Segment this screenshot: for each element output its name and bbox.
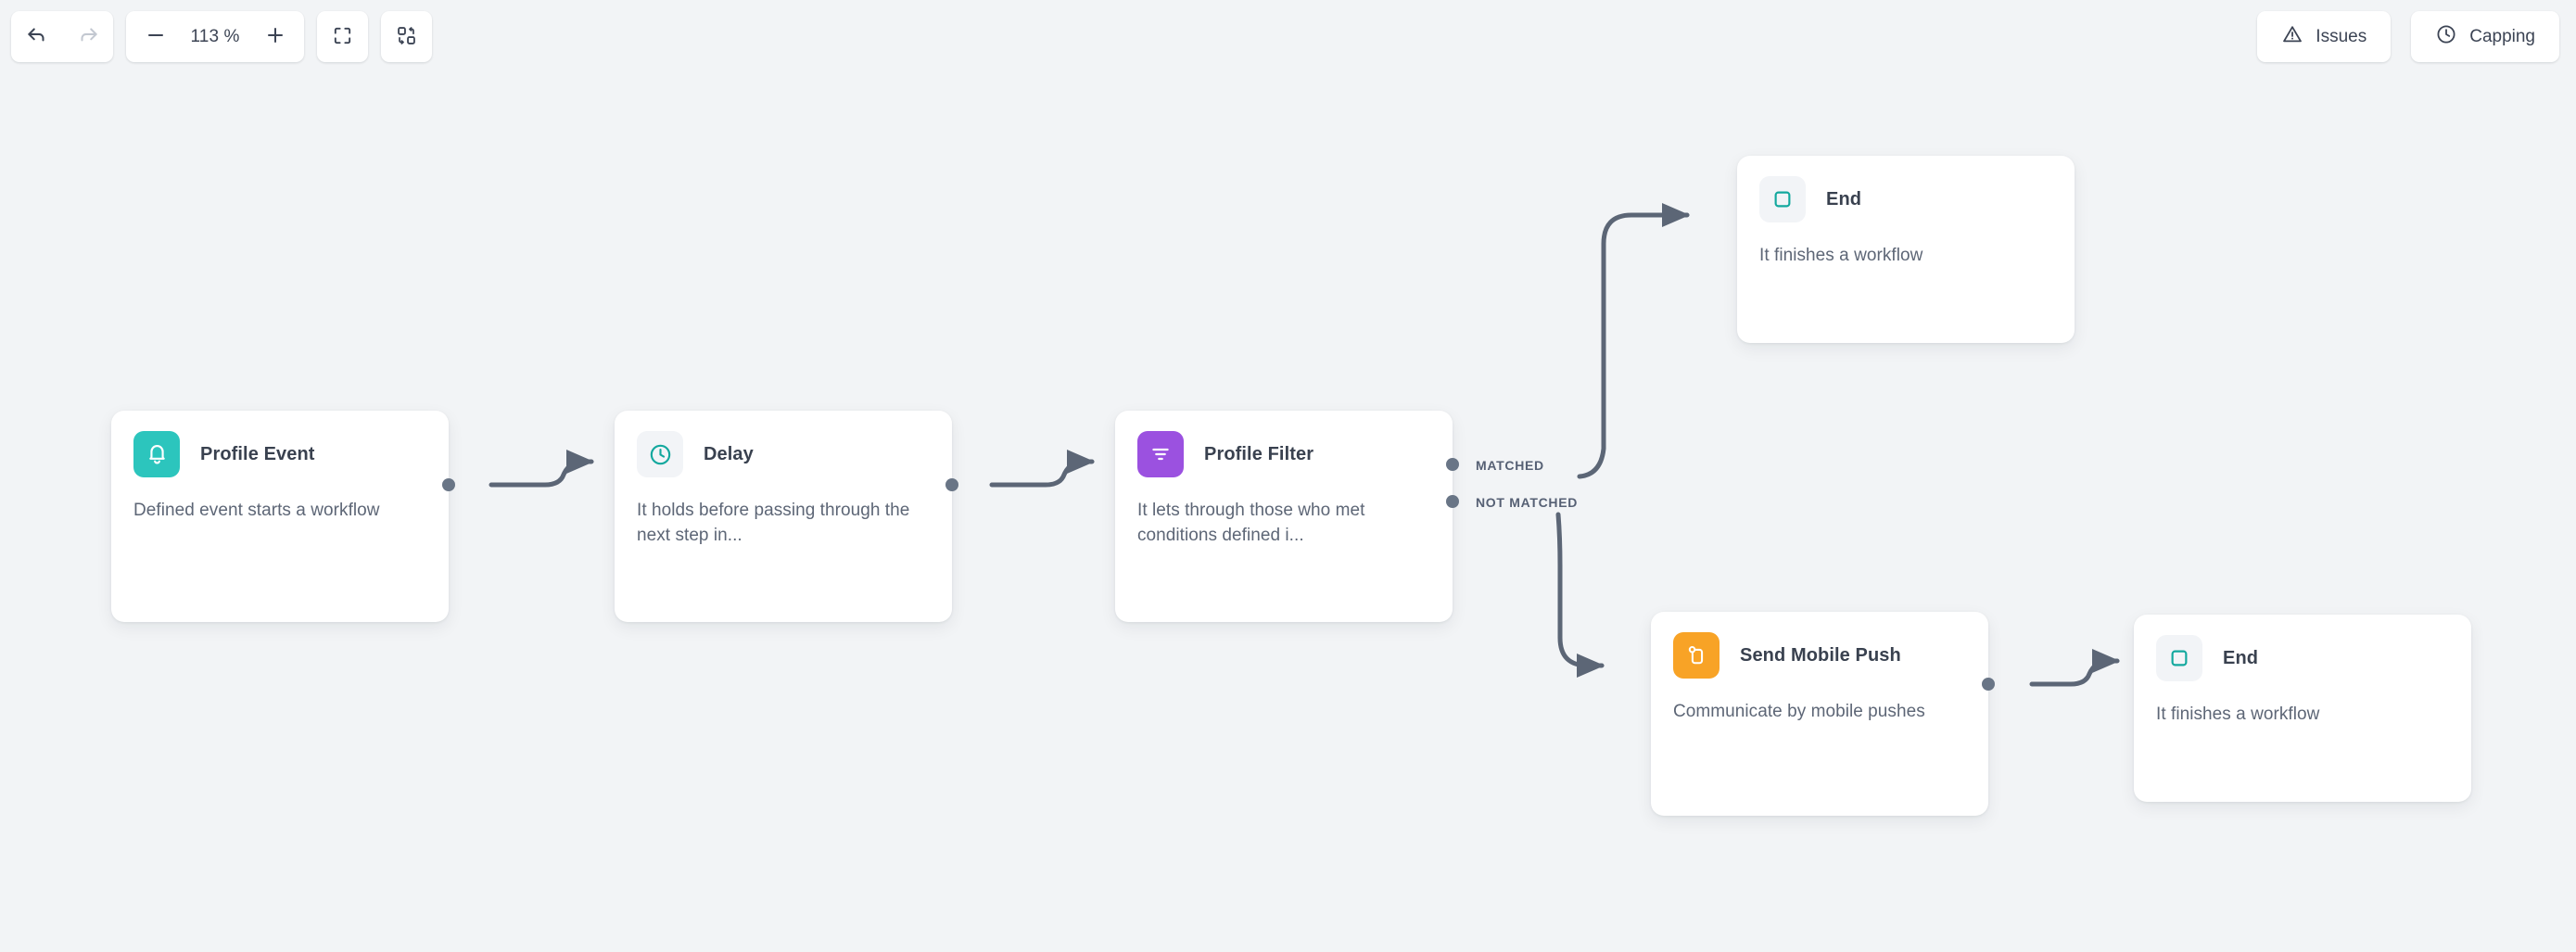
capping-label: Capping xyxy=(2469,26,2535,46)
undo-arrow-icon xyxy=(25,23,49,50)
mobile-push-icon xyxy=(1673,632,1719,679)
node-header: Profile Filter xyxy=(1137,431,1430,477)
node-description: It holds before passing through the next… xyxy=(637,501,910,545)
zoom-control-group: 113 % xyxy=(126,11,304,62)
output-port-delay[interactable] xyxy=(945,478,958,491)
branch-label-not-matched: NOT MATCHED xyxy=(1476,495,1579,510)
node-title: Profile Filter xyxy=(1204,443,1314,464)
node-header: Profile Event xyxy=(133,431,426,477)
clock-icon xyxy=(2435,23,2457,50)
undo-button[interactable] xyxy=(11,11,62,62)
branch-label-matched: MATCHED xyxy=(1476,458,1544,473)
node-description: Communicate by mobile pushes xyxy=(1673,702,1925,721)
node-description: It lets through those who met conditions… xyxy=(1137,501,1365,545)
zoom-out-button[interactable] xyxy=(130,11,181,62)
workflow-canvas[interactable]: 113 % Issues Capping Profile Event Defin… xyxy=(0,0,2576,952)
plus-icon xyxy=(264,24,286,49)
auto-layout-button[interactable] xyxy=(381,11,432,62)
rearrange-button-group xyxy=(381,11,432,62)
node-title: End xyxy=(1826,188,1862,209)
output-port-matched[interactable] xyxy=(1446,458,1459,471)
toolbar-right: Issues Capping xyxy=(2257,11,2559,62)
node-end-not-matched[interactable]: End It finishes a workflow xyxy=(2134,615,2471,802)
node-header: Send Mobile Push xyxy=(1673,632,1966,679)
bell-icon xyxy=(133,431,180,477)
redo-arrow-icon xyxy=(76,23,100,50)
node-description: It finishes a workflow xyxy=(1759,246,1923,265)
redo-button[interactable] xyxy=(62,11,113,62)
output-port-not-matched[interactable] xyxy=(1446,495,1459,508)
stop-square-icon xyxy=(2156,635,2202,681)
warning-triangle-icon xyxy=(2281,23,2303,50)
zoom-level-value[interactable]: 113 % xyxy=(181,27,249,47)
output-port-profile-event[interactable] xyxy=(442,478,455,491)
node-title: Profile Event xyxy=(200,443,315,464)
filter-icon xyxy=(1137,431,1184,477)
edge-profile-event-to-delay xyxy=(489,450,594,488)
node-send-mobile-push[interactable]: Send Mobile Push Communicate by mobile p… xyxy=(1651,612,1988,816)
expand-icon xyxy=(332,25,353,49)
node-end-matched[interactable]: End It finishes a workflow xyxy=(1737,156,2075,343)
edge-delay-to-profile-filter xyxy=(989,450,1095,488)
toolbar-left: 113 % xyxy=(11,11,432,62)
output-port-send-mobile-push[interactable] xyxy=(1982,678,1995,691)
node-description: It finishes a workflow xyxy=(2156,704,2320,724)
node-profile-event[interactable]: Profile Event Defined event starts a wor… xyxy=(111,411,449,622)
node-description: Defined event starts a workflow xyxy=(133,501,380,520)
node-header: End xyxy=(2156,635,2449,681)
fit-button-group xyxy=(317,11,368,62)
zoom-in-button[interactable] xyxy=(249,11,300,62)
node-delay[interactable]: Delay It holds before passing through th… xyxy=(615,411,952,622)
history-button-group xyxy=(11,11,113,62)
stop-square-icon xyxy=(1759,176,1806,222)
edge-matched-to-end xyxy=(1577,203,1690,479)
node-title: Send Mobile Push xyxy=(1740,644,1901,666)
edge-not-matched-to-push xyxy=(1555,512,1605,678)
fit-to-screen-button[interactable] xyxy=(317,11,368,62)
edge-push-to-end xyxy=(2029,649,2120,687)
node-title: End xyxy=(2223,647,2259,668)
rearrange-icon xyxy=(396,25,417,49)
capping-button[interactable]: Capping xyxy=(2411,11,2559,62)
issues-button[interactable]: Issues xyxy=(2257,11,2392,62)
node-title: Delay xyxy=(704,443,754,464)
issues-label: Issues xyxy=(2316,26,2367,46)
node-header: End xyxy=(1759,176,2052,222)
node-profile-filter[interactable]: Profile Filter It lets through those who… xyxy=(1115,411,1453,622)
minus-icon xyxy=(145,24,167,49)
clock-icon xyxy=(637,431,683,477)
node-header: Delay xyxy=(637,431,930,477)
